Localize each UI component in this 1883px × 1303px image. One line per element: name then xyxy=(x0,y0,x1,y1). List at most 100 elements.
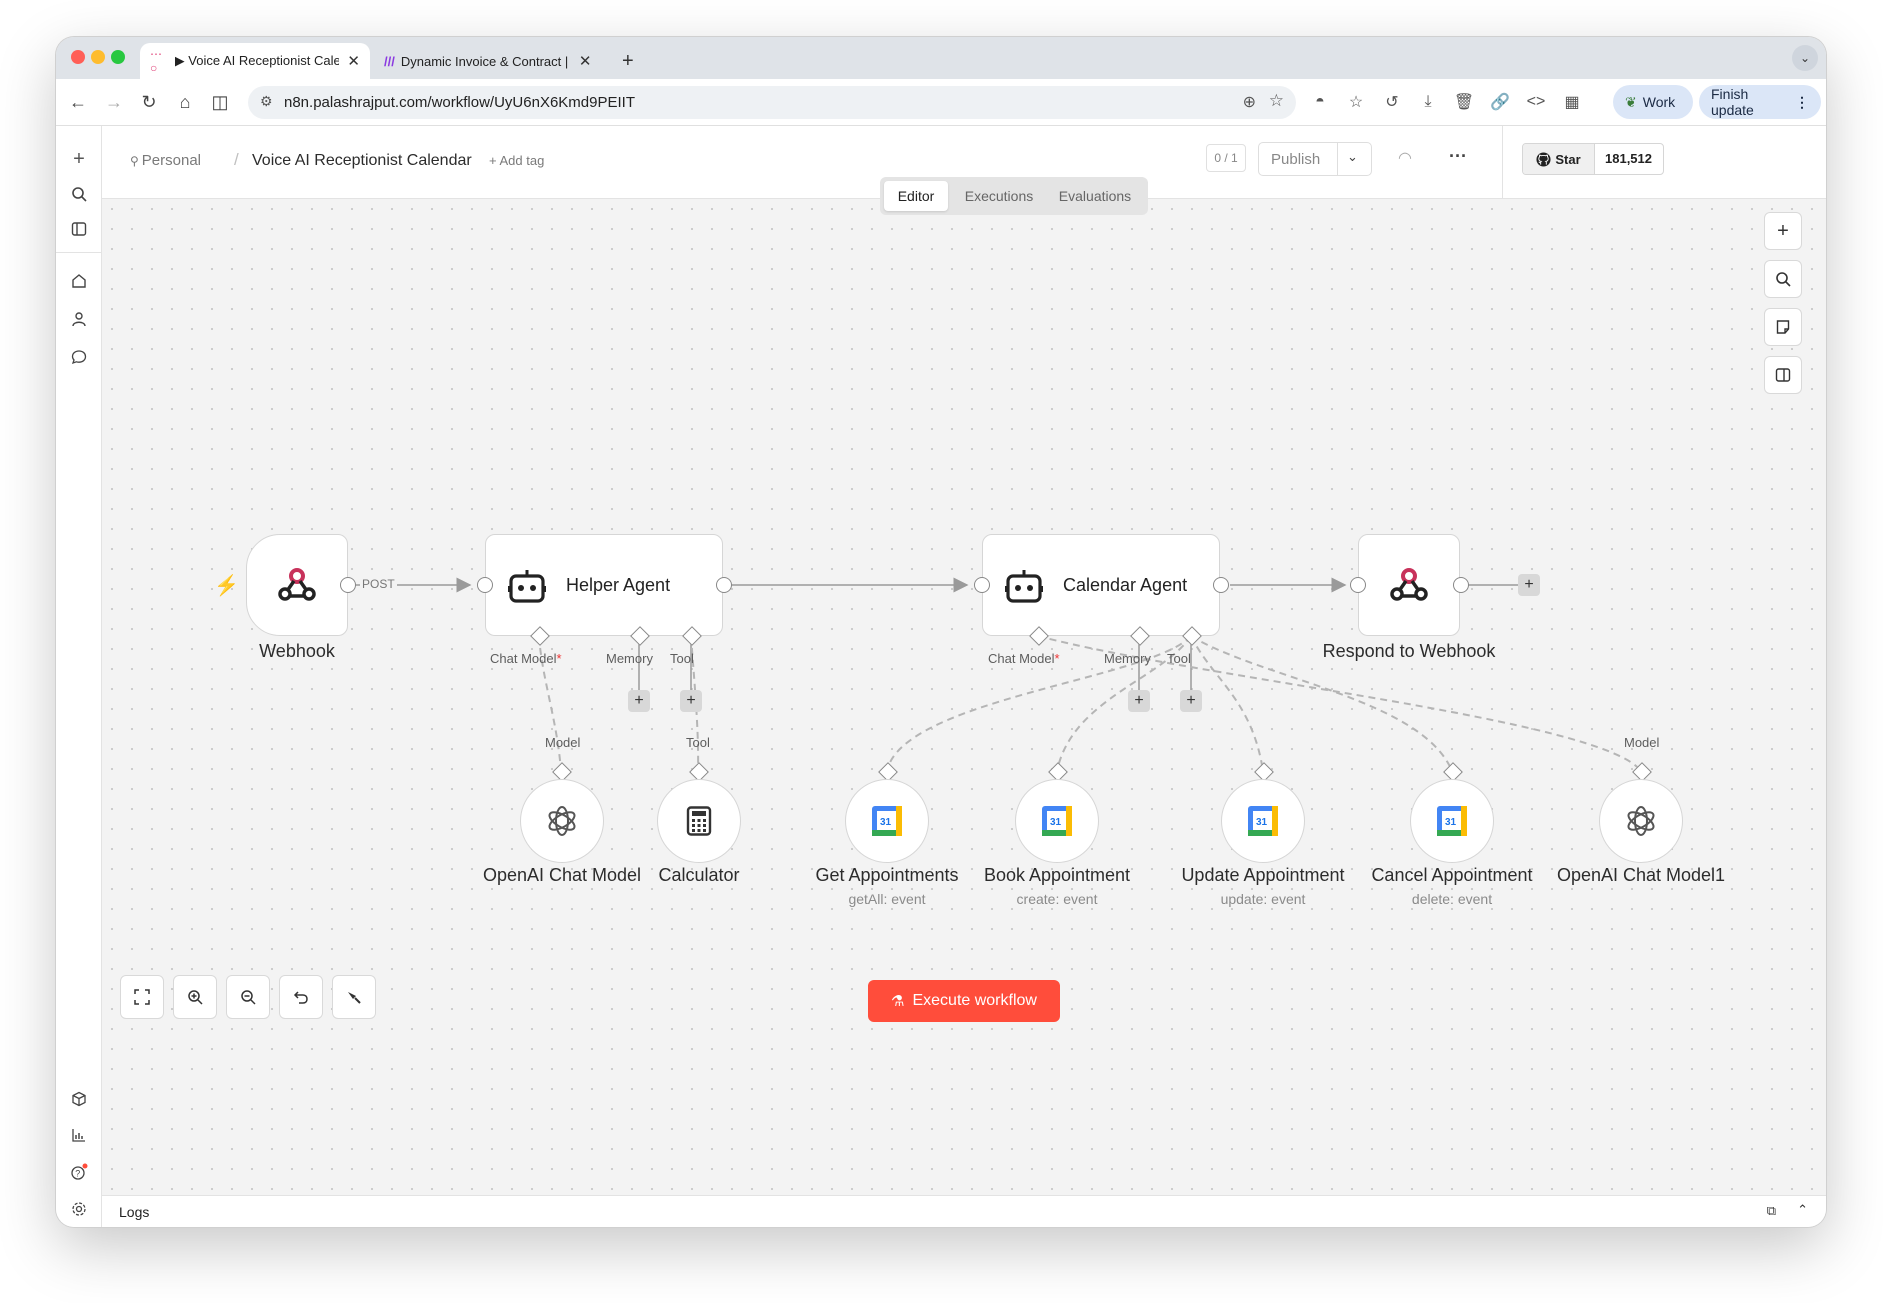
broom-icon xyxy=(348,992,361,1004)
new-tab-button[interactable]: + xyxy=(612,43,652,79)
zoom-icon[interactable]: ⊕ xyxy=(1243,92,1256,112)
cancel-appointment-node[interactable]: 31 xyxy=(1410,779,1494,863)
help-icon[interactable]: ? xyxy=(66,1159,92,1185)
helper-agent-node[interactable]: Helper Agent xyxy=(485,534,723,636)
add-icon[interactable]: + xyxy=(66,146,92,172)
webhook-node[interactable] xyxy=(246,534,348,636)
star-count: 181,512 xyxy=(1605,151,1652,166)
star-icon[interactable]: ☆ xyxy=(1345,91,1367,113)
templates-icon[interactable] xyxy=(66,1086,92,1112)
input-port[interactable] xyxy=(477,577,493,593)
respond-to-webhook-node[interactable] xyxy=(1358,534,1460,636)
profile-label: Work xyxy=(1642,94,1676,110)
tidy-up-button[interactable] xyxy=(332,975,376,1019)
close-window-button[interactable] xyxy=(71,50,85,64)
browser-tab[interactable]: /// Dynamic Invoice & Contract | ✕ xyxy=(374,43,606,79)
add-next-node-button[interactable]: + xyxy=(1518,574,1540,596)
chevron-up-icon[interactable]: ⌃ xyxy=(1797,1202,1808,1218)
svg-text:31: 31 xyxy=(1256,817,1268,828)
browser-tab-active[interactable]: ⋯○ ▶ Voice AI Receptionist Calen ✕ xyxy=(140,43,370,79)
history-icon[interactable]: ↺ xyxy=(1381,91,1403,113)
execute-workflow-button[interactable]: ⚗ Execute workflow xyxy=(868,980,1060,1022)
publish-button[interactable]: Publish xyxy=(1271,151,1320,168)
chat-icon[interactable] xyxy=(66,344,92,370)
fit-view-button[interactable] xyxy=(120,975,164,1019)
github-star-button[interactable]: Star xyxy=(1523,144,1595,174)
trash-icon[interactable]: 🗑 xyxy=(1453,91,1475,113)
execute-workflow-label: Execute workflow xyxy=(912,992,1037,1009)
undo-button[interactable] xyxy=(279,975,323,1019)
logs-panel-bar[interactable]: Logs ⧉ ⌃ xyxy=(102,1195,1826,1227)
model-port-label: Model xyxy=(1624,735,1660,750)
home-icon[interactable] xyxy=(66,268,92,294)
site-info-icon[interactable]: ⚙ xyxy=(260,93,273,110)
code-icon[interactable]: <> xyxy=(1525,91,1547,113)
get-appointments-node[interactable]: 31 xyxy=(845,779,929,863)
incognito-icon[interactable]: ◓ xyxy=(1309,91,1331,113)
add-tool-button[interactable]: + xyxy=(680,690,702,712)
fit-view-icon xyxy=(134,989,150,1005)
sidebar-toggle-icon[interactable] xyxy=(66,216,92,242)
user-icon[interactable] xyxy=(66,306,92,332)
calendar-agent-node[interactable]: Calendar Agent xyxy=(982,534,1220,636)
output-port[interactable] xyxy=(1213,577,1229,593)
google-calendar-icon: 31 xyxy=(872,806,902,836)
home-icon[interactable]: ⌂ xyxy=(173,90,197,114)
forward-icon[interactable]: → xyxy=(102,90,126,114)
profile-button[interactable]: ❦ Work xyxy=(1613,85,1693,119)
settings-icon[interactable] xyxy=(66,1196,92,1222)
tool-port-label: Tool xyxy=(1167,651,1191,666)
link-icon[interactable]: 🔗 xyxy=(1489,91,1511,113)
add-tag-button[interactable]: + Add tag xyxy=(489,153,544,168)
maximize-window-button[interactable] xyxy=(111,50,125,64)
input-port[interactable] xyxy=(1350,577,1366,593)
url-bar[interactable]: ⚙ n8n.palashrajput.com/workflow/UyU6nX6K… xyxy=(248,86,1296,119)
popout-icon[interactable]: ⧉ xyxy=(1767,1203,1776,1219)
workflow-name[interactable]: Voice AI Receptionist Calendar xyxy=(252,152,472,170)
github-star-widget[interactable]: Star 181,512 xyxy=(1522,143,1664,175)
output-port[interactable] xyxy=(1453,577,1469,593)
zoom-in-button[interactable] xyxy=(173,975,217,1019)
update-appointment-node[interactable]: 31 xyxy=(1221,779,1305,863)
output-port[interactable] xyxy=(340,577,356,593)
more-options-icon[interactable]: ··· xyxy=(1449,146,1467,167)
breadcrumb[interactable]: ⚲ Personal xyxy=(130,152,201,169)
layout-icon[interactable]: ▦ xyxy=(1561,91,1583,113)
model-port-label: Model xyxy=(545,735,581,750)
book-appointment-node[interactable]: 31 xyxy=(1015,779,1099,863)
publish-group: Publish ⌄ xyxy=(1258,142,1372,176)
close-tab-icon[interactable]: ✕ xyxy=(347,52,360,70)
calculator-icon xyxy=(686,806,712,836)
add-tool-button[interactable]: + xyxy=(1180,690,1202,712)
close-tab-icon[interactable]: ✕ xyxy=(579,52,592,70)
workflow-canvas[interactable]: Editor Executions Evaluations + ⚡ Webhoo… xyxy=(102,177,1826,1195)
browser-window: ⋯○ ▶ Voice AI Receptionist Calen ✕ /// D… xyxy=(56,37,1826,1227)
bookmark-star-icon[interactable]: ☆ xyxy=(1269,91,1284,111)
add-memory-button[interactable]: + xyxy=(628,690,650,712)
breadcrumb-separator: / xyxy=(234,150,239,169)
zoom-out-button[interactable] xyxy=(226,975,270,1019)
memory-port-label: Memory xyxy=(606,651,653,666)
minimize-window-button[interactable] xyxy=(91,50,105,64)
chevron-down-icon[interactable]: ⌄ xyxy=(1347,149,1358,165)
tab-search-button[interactable]: ⌄ xyxy=(1792,45,1818,71)
add-memory-button[interactable]: + xyxy=(1128,690,1150,712)
tool-port-label: Tool xyxy=(686,735,710,750)
calculator-node[interactable] xyxy=(657,779,741,863)
openai-chat-model1-node[interactable] xyxy=(1599,779,1683,863)
download-icon[interactable]: ⤓ xyxy=(1417,91,1439,113)
back-icon[interactable]: ← xyxy=(66,90,90,114)
search-icon[interactable] xyxy=(66,181,92,207)
book-appointment-label: Book Appointment xyxy=(983,865,1131,885)
finish-update-button[interactable]: Finish update ⋮ xyxy=(1699,85,1821,119)
version-counter: 0 / 1 xyxy=(1206,144,1246,172)
output-port[interactable] xyxy=(716,577,732,593)
reading-mode-icon[interactable]: ◫ xyxy=(208,90,232,114)
person-icon: ⚲ xyxy=(130,154,139,168)
input-port[interactable] xyxy=(974,577,990,593)
tab-title: ▶ Voice AI Receptionist Calen xyxy=(174,53,340,68)
connections-layer xyxy=(348,577,1642,772)
openai-chat-model-node[interactable] xyxy=(520,779,604,863)
reload-icon[interactable]: ↻ xyxy=(137,90,161,114)
insights-icon[interactable] xyxy=(66,1122,92,1148)
